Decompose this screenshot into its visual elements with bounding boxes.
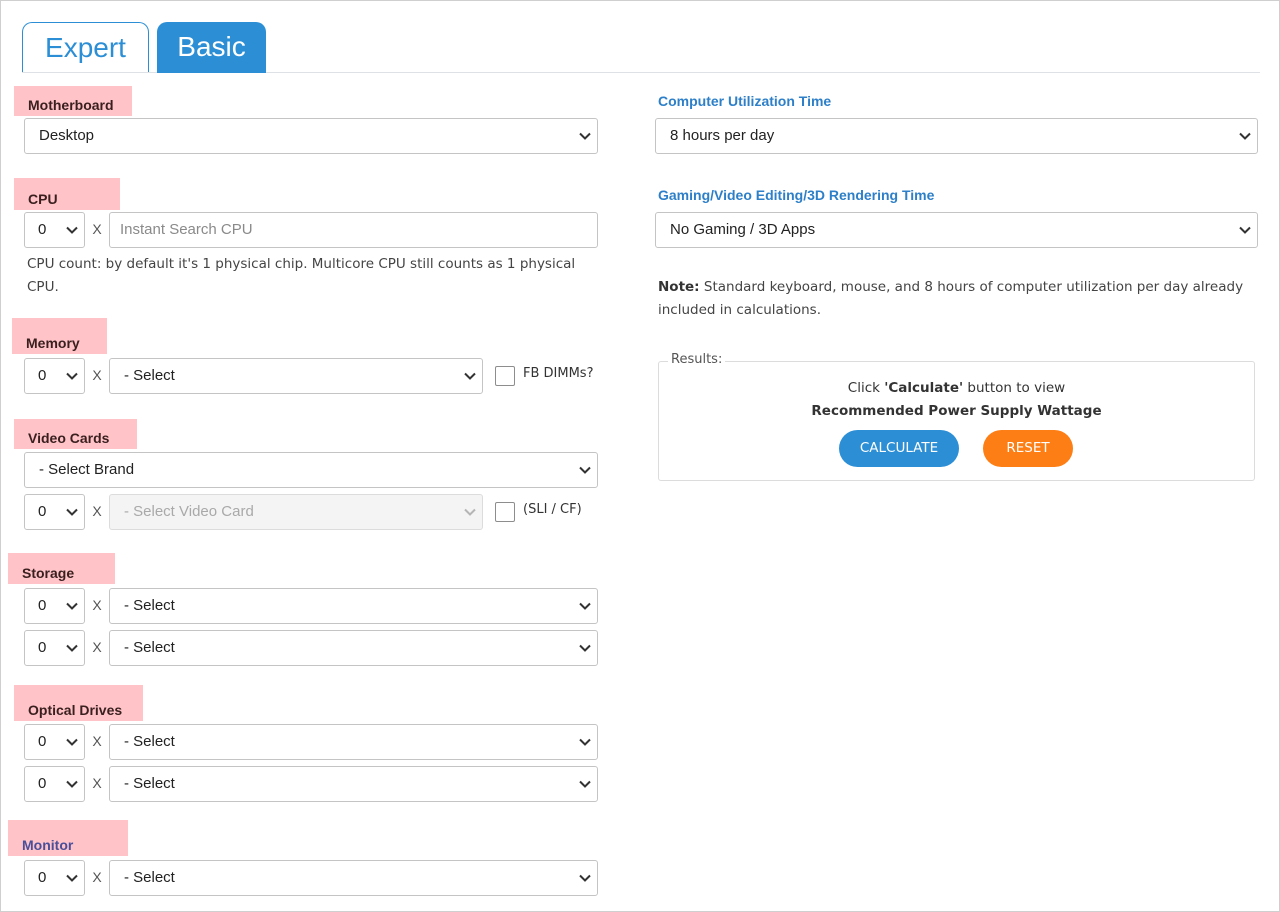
tab-expert[interactable]: Expert xyxy=(22,22,149,72)
sli-cf-label: (SLI / CF) xyxy=(523,502,582,517)
multiply-sign: X xyxy=(92,221,102,237)
chevron-down-icon xyxy=(66,495,78,529)
optical-type-select[interactable]: - Select xyxy=(109,724,598,760)
cpu-count-select[interactable]: 0 xyxy=(24,212,85,248)
results-box xyxy=(658,361,1255,481)
memory-count-select[interactable]: 0 xyxy=(24,358,85,394)
chevron-down-icon xyxy=(579,861,591,895)
multiply-sign: X xyxy=(92,775,102,791)
chevron-down-icon xyxy=(579,631,591,665)
multiply-sign: X xyxy=(92,639,102,655)
multiply-sign: X xyxy=(92,503,102,519)
multiply-sign: X xyxy=(92,733,102,749)
chevron-down-icon xyxy=(579,453,591,487)
utilization-select[interactable]: 8 hours per day xyxy=(655,118,1258,154)
reset-button[interactable]: RESET xyxy=(983,430,1073,467)
video-card-select[interactable]: - Select Video Card xyxy=(109,494,483,530)
chevron-down-icon xyxy=(464,495,476,529)
chevron-down-icon xyxy=(66,359,78,393)
monitor-type-select[interactable]: - Select xyxy=(109,860,598,896)
cpu-search-input[interactable]: Instant Search CPU xyxy=(109,212,598,248)
chevron-down-icon xyxy=(579,119,591,153)
cpu-label: CPU xyxy=(14,178,120,210)
storage-count-select[interactable]: 0 xyxy=(24,588,85,624)
note-text: Note: Standard keyboard, mouse, and 8 ho… xyxy=(658,279,1244,318)
optical-count-select[interactable]: 0 xyxy=(24,724,85,760)
calculate-button[interactable]: CALCULATE xyxy=(839,430,959,467)
chevron-down-icon xyxy=(66,767,78,801)
gaming-select[interactable]: No Gaming / 3D Apps xyxy=(655,212,1258,248)
gaming-label: Gaming/Video Editing/3D Rendering Time xyxy=(658,187,935,203)
video-brand-select[interactable]: - Select Brand xyxy=(24,452,598,488)
storage-count-select[interactable]: 0 xyxy=(24,630,85,666)
multiply-sign: X xyxy=(92,869,102,885)
fb-dimms-checkbox[interactable] xyxy=(495,366,515,386)
cpu-help-text: CPU count: by default it's 1 physical ch… xyxy=(27,256,576,295)
chevron-down-icon xyxy=(66,725,78,759)
chevron-down-icon xyxy=(464,359,476,393)
tab-basic[interactable]: Basic xyxy=(157,22,266,73)
storage-type-select[interactable]: - Select xyxy=(109,630,598,666)
video-count-select[interactable]: 0 xyxy=(24,494,85,530)
chevron-down-icon xyxy=(1239,119,1251,153)
multiply-sign: X xyxy=(92,367,102,383)
chevron-down-icon xyxy=(579,767,591,801)
results-title: Recommended Power Supply Wattage xyxy=(811,403,1102,419)
storage-type-select[interactable]: - Select xyxy=(109,588,598,624)
optical-drives-label: Optical Drives xyxy=(14,685,143,721)
results-legend: Results: xyxy=(668,352,726,367)
memory-type-select[interactable]: - Select xyxy=(109,358,483,394)
motherboard-select[interactable]: Desktop xyxy=(24,118,598,154)
chevron-down-icon xyxy=(579,589,591,623)
chevron-down-icon xyxy=(579,725,591,759)
fb-dimms-label: FB DIMMs? xyxy=(523,366,594,381)
chevron-down-icon xyxy=(66,589,78,623)
chevron-down-icon xyxy=(66,861,78,895)
sli-cf-checkbox[interactable] xyxy=(495,502,515,522)
optical-type-select[interactable]: - Select xyxy=(109,766,598,802)
storage-label: Storage xyxy=(8,553,115,584)
monitor-label: Monitor xyxy=(8,820,128,856)
chevron-down-icon xyxy=(1239,213,1251,247)
results-instruction: Click 'Calculate' button to view xyxy=(847,380,1066,396)
optical-count-select[interactable]: 0 xyxy=(24,766,85,802)
motherboard-label: Motherboard xyxy=(14,86,132,116)
tab-bar: Expert Basic xyxy=(22,22,1260,73)
note-bold: Note: xyxy=(658,279,700,295)
chevron-down-icon xyxy=(66,631,78,665)
memory-label: Memory xyxy=(12,318,107,354)
video-cards-label: Video Cards xyxy=(14,419,137,449)
multiply-sign: X xyxy=(92,597,102,613)
chevron-down-icon xyxy=(66,213,78,247)
monitor-count-select[interactable]: 0 xyxy=(24,860,85,896)
utilization-label: Computer Utilization Time xyxy=(658,93,832,109)
